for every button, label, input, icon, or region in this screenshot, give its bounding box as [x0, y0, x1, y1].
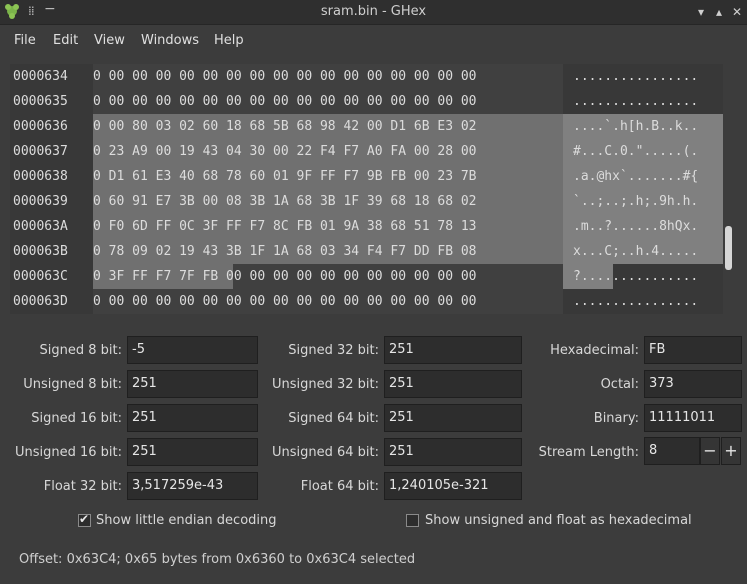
hex-row[interactable]: 0000639 0 60 91 E7 3B 00 08 3B 1A 68 3B … — [10, 189, 723, 214]
unsigned8-field[interactable]: 251 — [127, 370, 258, 398]
signed32-field[interactable]: 251 — [384, 336, 522, 364]
hex-row[interactable]: 0000638 0 D1 61 E3 40 68 78 60 01 9F FF … — [10, 164, 723, 189]
row-ascii[interactable]: `..;..;.h;.9h.h. — [573, 189, 698, 214]
row-ascii[interactable]: .m..?......8hQx. — [573, 214, 698, 239]
hex-row[interactable]: 000063D 0 00 00 00 00 00 00 00 00 00 00 … — [10, 289, 723, 314]
row-offset: 0000637 — [13, 144, 68, 159]
row-offset: 0000634 — [13, 69, 68, 84]
row-offset: 000063A — [13, 219, 68, 234]
unsigned8-label: Unsigned 8 bit: — [23, 377, 122, 392]
row-ascii[interactable]: ?............... — [573, 264, 698, 289]
hex-row[interactable]: 000063C 0 3F FF F7 7F FB 00 00 00 00 00 … — [10, 264, 723, 289]
signed8-field[interactable]: -5 — [127, 336, 258, 364]
maximize-icon[interactable]: ▴ — [710, 3, 728, 21]
minimize-icon[interactable]: ▾ — [692, 3, 710, 21]
signed64-label: Signed 64 bit: — [288, 411, 379, 426]
octal-label: Octal: — [600, 377, 639, 392]
row-hex[interactable]: 0 00 00 00 00 00 00 00 00 00 00 00 00 00… — [93, 289, 477, 314]
row-ascii[interactable]: ................ — [573, 289, 698, 314]
menu-help[interactable]: Help — [214, 33, 244, 48]
float32-field[interactable]: 3,517259e-43 — [127, 472, 258, 500]
float64-field[interactable]: 1,240105e-321 — [384, 472, 522, 500]
row-ascii[interactable]: ................ — [573, 64, 698, 89]
unsigned-hex-label[interactable]: Show unsigned and float as hexadecimal — [425, 513, 692, 528]
title-bar: ⁞⁞ − sram.bin - GHex ▾ ▴ ✕ — [0, 0, 747, 25]
row-offset: 0000635 — [13, 94, 68, 109]
row-offset: 0000636 — [13, 119, 68, 134]
binary-field[interactable]: 11111011 — [644, 404, 742, 432]
unsigned-hex-checkbox[interactable] — [406, 514, 419, 527]
unsigned16-field[interactable]: 251 — [127, 438, 258, 466]
row-hex[interactable]: 0 D1 61 E3 40 68 78 60 01 9F FF F7 9B FB… — [93, 164, 477, 189]
row-offset: 0000639 — [13, 194, 68, 209]
row-ascii[interactable]: ....`.h[h.B..k.. — [573, 114, 698, 139]
hex-row[interactable]: 0000637 0 23 A9 00 19 43 04 30 00 22 F4 … — [10, 139, 723, 164]
stream-length-label: Stream Length: — [538, 445, 639, 460]
menu-bar: File Edit View Windows Help — [0, 28, 747, 54]
checkmark-icon: ✔ — [79, 512, 90, 526]
stream-length-field[interactable]: 8 — [644, 437, 700, 465]
octal-field[interactable]: 373 — [644, 370, 742, 398]
menu-edit[interactable]: Edit — [53, 33, 78, 48]
signed32-label: Signed 32 bit: — [288, 343, 379, 358]
row-ascii[interactable]: .a.@hx`.......#{ — [573, 164, 698, 189]
window-title: sram.bin - GHex — [320, 4, 427, 19]
little-endian-label[interactable]: Show little endian decoding — [96, 513, 277, 528]
close-icon[interactable]: ✕ — [728, 3, 746, 21]
row-hex[interactable]: 0 78 09 02 19 43 3B 1F 1A 68 03 34 F4 F7… — [93, 239, 477, 264]
menu-windows[interactable]: Windows — [141, 33, 199, 48]
stream-length-increment-button[interactable]: + — [721, 437, 741, 465]
row-hex[interactable]: 0 23 A9 00 19 43 04 30 00 22 F4 F7 A0 FA… — [93, 139, 477, 164]
signed64-field[interactable]: 251 — [384, 404, 522, 432]
row-hex[interactable]: 0 3F FF F7 7F FB 00 00 00 00 00 00 00 00… — [93, 264, 477, 289]
row-ascii[interactable]: #...C.0.".....(. — [573, 139, 698, 164]
row-offset: 000063D — [13, 294, 68, 309]
binary-label: Binary: — [593, 411, 639, 426]
scrollbar-thumb[interactable] — [725, 226, 732, 270]
row-ascii[interactable]: ................ — [573, 89, 698, 114]
float32-label: Float 32 bit: — [43, 479, 122, 494]
row-hex[interactable]: 0 00 00 00 00 00 00 00 00 00 00 00 00 00… — [93, 89, 477, 114]
status-bar: Offset: 0x63C4; 0x65 bytes from 0x6360 t… — [19, 552, 416, 567]
little-endian-checkbox[interactable]: ✔ — [78, 512, 91, 527]
unsigned32-label: Unsigned 32 bit: — [271, 377, 379, 392]
unsigned16-label: Unsigned 16 bit: — [14, 445, 122, 460]
unsigned32-field[interactable]: 251 — [384, 370, 522, 398]
unsigned64-field[interactable]: 251 — [384, 438, 522, 466]
row-offset: 0000638 — [13, 169, 68, 184]
hexadecimal-label: Hexadecimal: — [550, 343, 639, 358]
row-ascii[interactable]: x...C;..h.4..... — [573, 239, 698, 264]
hex-row[interactable]: 0000635 0 00 00 00 00 00 00 00 00 00 00 … — [10, 89, 723, 114]
row-hex[interactable]: 0 00 80 03 02 60 18 68 5B 68 98 42 00 D1… — [93, 114, 477, 139]
row-offset: 000063C — [13, 269, 68, 284]
float64-label: Float 64 bit: — [300, 479, 379, 494]
signed16-label: Signed 16 bit: — [31, 411, 122, 426]
menu-view[interactable]: View — [94, 33, 125, 48]
unsigned64-label: Unsigned 64 bit: — [271, 445, 379, 460]
row-offset: 000063B — [13, 244, 68, 259]
signed16-field[interactable]: 251 — [127, 404, 258, 432]
hex-row[interactable]: 0000634 0 00 00 00 00 00 00 00 00 00 00 … — [10, 64, 723, 89]
vertical-scrollbar[interactable] — [724, 64, 734, 314]
signed8-label: Signed 8 bit: — [39, 343, 122, 358]
menu-file[interactable]: File — [14, 33, 36, 48]
hex-view[interactable]: 0000634 0 00 00 00 00 00 00 00 00 00 00 … — [10, 64, 723, 314]
stream-length-decrement-button[interactable]: − — [700, 437, 720, 465]
row-hex[interactable]: 0 F0 6D FF 0C 3F FF F7 8C FB 01 9A 38 68… — [93, 214, 477, 239]
hex-row[interactable]: 000063B 0 78 09 02 19 43 3B 1F 1A 68 03 … — [10, 239, 723, 264]
row-hex[interactable]: 0 60 91 E7 3B 00 08 3B 1A 68 3B 1F 39 68… — [93, 189, 477, 214]
hex-row[interactable]: 000063A 0 F0 6D FF 0C 3F FF F7 8C FB 01 … — [10, 214, 723, 239]
hex-row[interactable]: 0000636 0 00 80 03 02 60 18 68 5B 68 98 … — [10, 114, 723, 139]
row-hex[interactable]: 0 00 00 00 00 00 00 00 00 00 00 00 00 00… — [93, 64, 477, 89]
hexadecimal-field[interactable]: FB — [644, 336, 742, 364]
